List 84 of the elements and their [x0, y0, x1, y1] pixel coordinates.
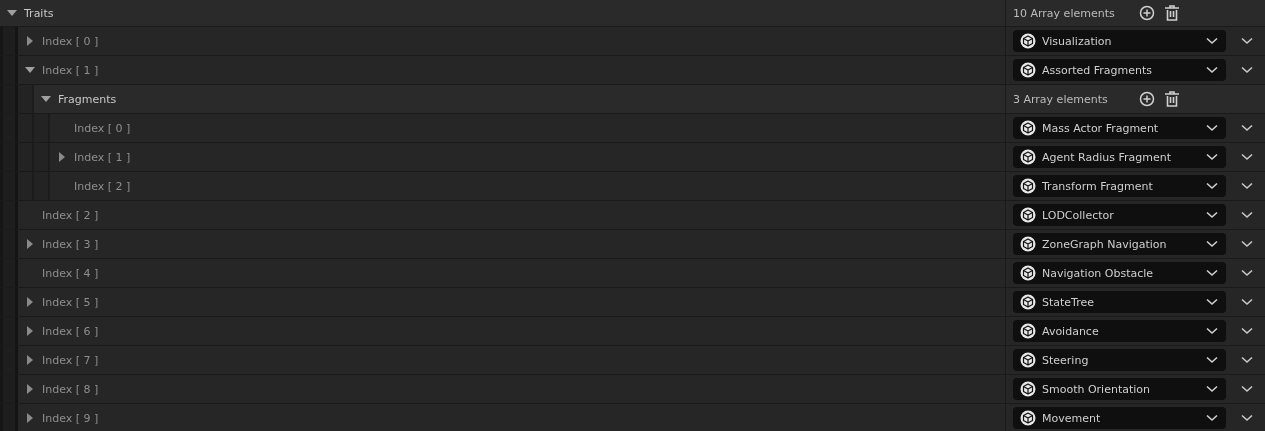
cube-icon [1020, 33, 1036, 49]
add-icon[interactable] [1139, 91, 1155, 107]
chevron-down-icon [1206, 66, 1218, 74]
chevron-down-icon [1206, 298, 1218, 306]
chevron-down-icon[interactable] [1241, 269, 1253, 277]
property-label: Fragments [58, 92, 117, 106]
class-dropdown[interactable]: Movement [1013, 407, 1226, 429]
class-dropdown[interactable]: Steering [1013, 349, 1226, 371]
class-dropdown[interactable]: StateTree [1013, 291, 1226, 313]
cube-icon [1020, 207, 1036, 223]
chevron-down-icon [1206, 240, 1218, 248]
chevron-down-icon [1206, 182, 1218, 190]
cube-icon [1020, 62, 1036, 78]
expander-arrow-icon[interactable] [7, 8, 17, 18]
chevron-down-icon[interactable] [1241, 211, 1253, 219]
chevron-down-icon[interactable] [1241, 414, 1253, 422]
chevron-down-icon [1206, 356, 1218, 364]
chevron-down-icon[interactable] [1241, 385, 1253, 393]
chevron-down-icon [1206, 269, 1218, 277]
expander-arrow-icon[interactable] [25, 239, 35, 249]
cube-icon [1020, 236, 1036, 252]
chevron-down-icon [1206, 37, 1218, 45]
class-dropdown[interactable]: Smooth Orientation [1013, 378, 1226, 400]
cube-icon [1020, 265, 1036, 281]
element-label: Index [ 7 ] [42, 353, 99, 367]
class-dropdown[interactable]: Agent Radius Fragment [1013, 146, 1226, 168]
element-count: 10 Array elements [1013, 6, 1116, 20]
chevron-down-icon [1206, 414, 1218, 422]
chevron-down-icon[interactable] [1241, 240, 1253, 248]
cube-icon [1020, 178, 1036, 194]
chevron-down-icon[interactable] [1241, 356, 1253, 364]
expander-arrow-icon[interactable] [25, 36, 35, 46]
trash-icon[interactable] [1165, 5, 1179, 21]
expander-arrow-icon[interactable] [41, 94, 51, 104]
class-dropdown[interactable]: Transform Fragment [1013, 175, 1226, 197]
cube-icon [1020, 294, 1036, 310]
expander-arrow-icon[interactable] [25, 384, 35, 394]
chevron-down-icon[interactable] [1241, 153, 1253, 161]
chevron-down-icon [1206, 327, 1218, 335]
chevron-down-icon [1206, 153, 1218, 161]
chevron-down-icon[interactable] [1241, 66, 1253, 74]
element-label: Index [ 4 ] [42, 266, 99, 280]
element-label: Index [ 1 ] [74, 150, 131, 164]
expander-arrow-icon[interactable] [25, 326, 35, 336]
element-label: Index [ 5 ] [42, 295, 99, 309]
element-label: Index [ 2 ] [74, 179, 131, 193]
chevron-down-icon [1206, 124, 1218, 132]
class-dropdown[interactable]: Visualization [1013, 30, 1226, 52]
chevron-down-icon [1206, 211, 1218, 219]
cube-icon [1020, 381, 1036, 397]
element-label: Index [ 2 ] [42, 208, 99, 222]
chevron-down-icon[interactable] [1241, 37, 1253, 45]
expander-arrow-icon[interactable] [25, 65, 35, 75]
element-label: Index [ 6 ] [42, 324, 99, 338]
element-label: Index [ 8 ] [42, 382, 99, 396]
class-dropdown[interactable]: LODCollector [1013, 204, 1226, 226]
cube-icon [1020, 120, 1036, 136]
chevron-down-icon [1206, 385, 1218, 393]
expander-arrow-icon[interactable] [25, 413, 35, 423]
trash-icon[interactable] [1165, 91, 1179, 107]
cube-icon [1020, 149, 1036, 165]
element-count: 3 Array elements [1013, 92, 1109, 106]
cube-icon [1020, 410, 1036, 426]
class-dropdown[interactable]: ZoneGraph Navigation [1013, 233, 1226, 255]
element-label: Index [ 3 ] [42, 237, 99, 251]
class-dropdown[interactable]: Navigation Obstacle [1013, 262, 1226, 284]
class-dropdown[interactable]: Mass Actor Fragment [1013, 117, 1226, 139]
cube-icon [1020, 352, 1036, 368]
element-label: Index [ 1 ] [42, 63, 99, 77]
chevron-down-icon[interactable] [1241, 182, 1253, 190]
element-label: Index [ 9 ] [42, 411, 99, 425]
element-label: Index [ 0 ] [42, 34, 99, 48]
property-label: Traits [24, 6, 54, 20]
class-dropdown[interactable]: Avoidance [1013, 320, 1226, 342]
expander-arrow-icon[interactable] [57, 152, 67, 162]
cube-icon [1020, 323, 1036, 339]
element-label: Index [ 0 ] [74, 121, 131, 135]
add-icon[interactable] [1139, 5, 1155, 21]
chevron-down-icon[interactable] [1241, 298, 1253, 306]
expander-arrow-icon[interactable] [25, 297, 35, 307]
class-dropdown[interactable]: Assorted Fragments [1013, 59, 1226, 81]
chevron-down-icon[interactable] [1241, 327, 1253, 335]
expander-arrow-icon[interactable] [25, 355, 35, 365]
chevron-down-icon[interactable] [1241, 124, 1253, 132]
